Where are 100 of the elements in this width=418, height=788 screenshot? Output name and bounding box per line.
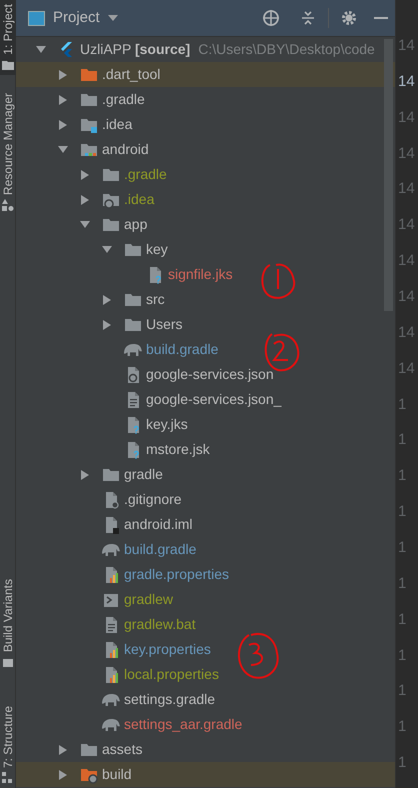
tree-row[interactable]: gradle.properties [16, 562, 395, 587]
tree-row[interactable]: key.jks [16, 412, 395, 437]
tree-row[interactable]: key.properties [16, 637, 395, 662]
tree-row[interactable]: .idea [16, 187, 395, 212]
elephant-icon [124, 344, 142, 356]
expanded-arrow-icon[interactable] [36, 44, 46, 54]
expanded-arrow-icon[interactable] [80, 220, 90, 230]
file-name: key.jks [146, 415, 188, 434]
expanded-arrow-icon[interactable] [102, 244, 112, 254]
file-name: .idea [124, 190, 154, 209]
tree-row[interactable]: signfile.jks [16, 262, 395, 287]
line-number: 14 [398, 322, 415, 343]
target-icon[interactable] [262, 9, 280, 27]
file-name: local.properties [124, 665, 219, 684]
file-name: signfile.jks [168, 265, 233, 284]
line-number: 14 [398, 72, 415, 92]
line-number: 1 [398, 753, 406, 774]
file-name: key.properties [124, 640, 211, 659]
collapsed-arrow-icon[interactable] [58, 770, 68, 780]
tree-row[interactable]: android.iml [16, 512, 395, 537]
line-number: 1 [398, 538, 406, 558]
tree-row[interactable]: google-services.json [16, 362, 395, 387]
tree-row[interactable]: gradlew [16, 587, 395, 612]
settings-icon[interactable] [341, 10, 357, 26]
file-name: gradlew.bat [124, 615, 196, 634]
file-name: android.iml [124, 515, 192, 534]
tree-row[interactable]: key [16, 237, 395, 262]
tree-row[interactable]: gradlew.bat [16, 612, 395, 637]
file-name: src [146, 290, 165, 309]
file-name: key [146, 240, 168, 259]
line-number: 14 [398, 108, 415, 128]
collapsed-arrow-icon[interactable] [102, 320, 112, 330]
tree-row[interactable]: settings.gradle [16, 687, 395, 712]
file-name: gradle.properties [124, 565, 230, 584]
collapsed-arrow-icon[interactable] [58, 744, 68, 754]
tree-row[interactable]: .dart_tool [16, 62, 395, 87]
line-number: 1 [398, 646, 406, 666]
tree-row[interactable]: settings_aar.gradle [16, 712, 395, 737]
tree-row[interactable]: mstore.jsk [16, 437, 395, 462]
tree-row[interactable]: google-services.json_ [16, 387, 395, 412]
side-tab[interactable]: 7: Structure [0, 702, 16, 788]
collapsed-arrow-icon[interactable] [80, 170, 90, 180]
tree-row[interactable]: .gradle [16, 87, 395, 112]
collapsed-arrow-icon[interactable] [58, 94, 68, 104]
tree-row[interactable]: src [16, 287, 395, 312]
tree-row[interactable]: .idea [16, 112, 395, 137]
structure-icon [2, 772, 14, 784]
side-tab[interactable]: 1: Project [0, 0, 16, 75]
project-path: C:\Users\DBY\Desktop\code [198, 40, 375, 59]
collapsed-arrow-icon[interactable] [58, 70, 68, 80]
file-name: .idea [102, 115, 132, 134]
tree-row[interactable]: .gitignore [16, 487, 395, 512]
file-name: Users [146, 315, 183, 334]
tree-row[interactable]: build.gradle [16, 337, 395, 362]
collapsed-arrow-icon[interactable] [58, 120, 68, 130]
tree-row[interactable]: build [16, 762, 395, 787]
side-tab[interactable]: Build Variants [0, 574, 16, 672]
line-number: 14 [398, 251, 415, 272]
tree-row[interactable]: gradle [16, 462, 395, 487]
collapsed-arrow-icon[interactable] [80, 194, 90, 204]
panel-title[interactable]: Project [53, 6, 100, 30]
file-name: build.gradle [124, 540, 196, 559]
tree-row[interactable]: local.properties [16, 662, 395, 687]
collapsed-arrow-icon[interactable] [80, 470, 90, 480]
line-number: 14 [398, 358, 415, 379]
line-number: 1 [398, 394, 406, 415]
line-number: 1 [398, 717, 406, 738]
file-name: assets [102, 740, 142, 759]
line-number: 1 [398, 681, 406, 702]
line-number: 1 [398, 466, 406, 486]
tree-row[interactable]: android [16, 137, 395, 162]
tree-row[interactable]: .gradle [16, 162, 395, 187]
tree-row[interactable]: build.gradle [16, 537, 395, 562]
file-name: settings.gradle [124, 690, 216, 709]
tree-row[interactable]: app [16, 212, 395, 237]
file-name: build [102, 765, 132, 784]
expanded-arrow-icon[interactable] [58, 144, 68, 154]
shapes-icon [2, 198, 14, 211]
scrollbar-thumb[interactable] [384, 39, 393, 311]
tree-row[interactable]: assets [16, 737, 395, 762]
tree-row[interactable]: UzliAPP [source] C:\Users\DBY\Desktop\code [16, 37, 395, 62]
file-name: build.gradle [146, 340, 218, 359]
file-name: android [102, 140, 149, 159]
line-number: 1 [398, 502, 406, 522]
file-name: app [124, 215, 148, 234]
line-number: 14 [398, 36, 415, 56]
elephant-icon [102, 544, 120, 556]
file-name: settings_aar.gradle [124, 715, 242, 734]
line-number: 14 [398, 144, 415, 164]
file-name: .dart_tool [102, 65, 160, 84]
file-name: google-services.json_ [146, 390, 282, 409]
tree-row[interactable]: Users [16, 312, 395, 337]
line-number: 1 [398, 574, 406, 594]
file-name: google-services.json [146, 365, 274, 384]
caret-icon[interactable] [108, 15, 118, 21]
line-number: 14 [398, 179, 415, 200]
side-tab[interactable]: Resource Manager [0, 88, 16, 215]
collapse-icon[interactable] [300, 10, 316, 26]
collapsed-arrow-icon[interactable] [102, 294, 112, 304]
file-name: gradlew [124, 590, 174, 609]
